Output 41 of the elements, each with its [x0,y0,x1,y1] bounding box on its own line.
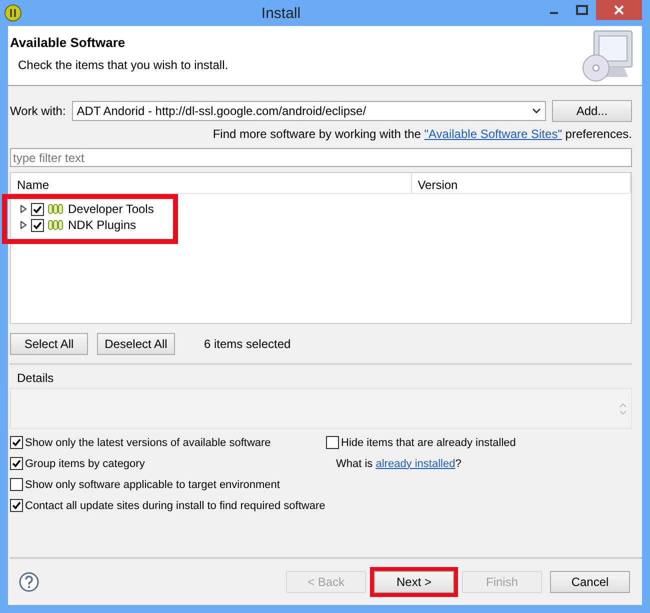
checkbox[interactable] [10,436,23,449]
selection-status: 6 items selected [204,337,291,351]
column-header[interactable]: Name [11,173,412,193]
category-icon [48,204,64,214]
deselect-all-button[interactable]: Deselect All [97,333,175,355]
checkbox[interactable] [10,499,23,512]
wizard-button[interactable]: Next > [374,571,454,593]
details-label: Details [17,371,54,385]
app-icon [4,4,22,22]
close-icon[interactable] [596,0,642,20]
tree-item-label[interactable]: NDK Plugins [68,218,136,232]
option-label[interactable]: Contact all update sites during install to find required software [25,500,326,512]
add-button[interactable]: Add... [552,100,632,122]
window-title: Install [260,4,302,22]
page-subtitle: Check the items that you wish to install. [18,58,228,72]
checkbox[interactable] [10,478,23,491]
checkbox[interactable] [10,457,23,470]
checkbox[interactable] [31,202,44,216]
filter-field[interactable]: type filter text [10,148,632,167]
page-title: Available Software [10,35,126,50]
column-header[interactable]: Version [412,173,631,193]
tree-item-label[interactable]: Developer Tools [68,202,154,216]
wizard-button[interactable]: Cancel [550,571,630,593]
work-with-dropdown[interactable]: ADT Andorid - http://dl-ssl.google.com/android/eclipse/ [72,101,546,121]
checkbox[interactable] [326,436,339,449]
chevron-down-icon[interactable] [532,108,541,114]
help-icon[interactable] [19,572,39,592]
select-all-button[interactable]: Select All [10,333,88,355]
expand-icon[interactable] [20,205,27,213]
option-label[interactable]: Show only the latest versions of available software [25,436,271,448]
already-installed-link[interactable]: already installed [376,458,456,470]
work-with-label: Work with: [10,104,66,118]
option-label[interactable]: Hide items that are already installed [341,436,516,448]
option-label[interactable]: Group items by category [25,458,145,470]
available-sites-link[interactable]: "Available Software Sites" [424,127,562,141]
category-icon [48,220,64,230]
sites-note: Find more software by working with the "Available Software Sites" preferences. [212,127,632,141]
expand-icon[interactable] [20,221,27,229]
already-installed-note: What is already installed? [336,458,462,470]
checkbox[interactable] [31,218,44,232]
option-label[interactable]: Show only software applicable to target environment [25,478,280,490]
